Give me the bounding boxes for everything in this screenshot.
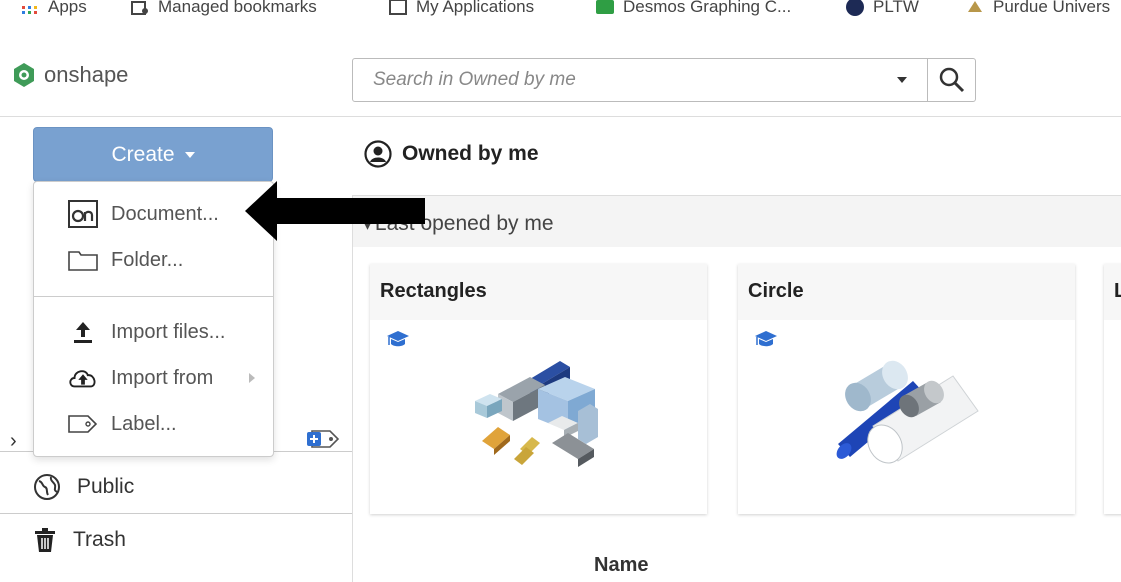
search-box: Search in Owned by me bbox=[352, 58, 976, 102]
purdue-icon bbox=[968, 1, 982, 12]
caret-down-icon bbox=[184, 151, 195, 158]
folder-icon bbox=[67, 249, 99, 271]
menu-item-folder[interactable]: Folder... bbox=[34, 240, 273, 280]
sidebar-border bbox=[352, 195, 353, 582]
search-icon bbox=[939, 67, 964, 93]
create-menu: Document... Folder... Import files... Im… bbox=[33, 181, 274, 457]
sidebar-item-label: Trash bbox=[73, 528, 126, 551]
page-icon bbox=[389, 0, 407, 15]
onshape-document-icon bbox=[67, 200, 99, 228]
menu-divider bbox=[34, 296, 273, 297]
card-title-text: Rectangles bbox=[380, 280, 487, 302]
menu-item-label: Folder... bbox=[111, 248, 184, 271]
education-cap-icon bbox=[754, 330, 778, 353]
card-title: L bbox=[1104, 264, 1121, 320]
apps-grid-icon bbox=[22, 6, 37, 14]
card-title: Rectangles bbox=[370, 264, 707, 320]
upload-icon bbox=[67, 320, 99, 344]
bookmark-label: Managed bookmarks bbox=[158, 0, 317, 16]
document-card-circle[interactable]: Circle bbox=[738, 264, 1075, 514]
bookmark-desmos[interactable]: Desmos Graphing C... bbox=[595, 0, 791, 20]
education-cap-icon bbox=[386, 330, 410, 353]
sidebar-divider bbox=[0, 513, 352, 514]
onshape-logo[interactable]: onshape bbox=[12, 62, 128, 88]
menu-item-label-text: Label... bbox=[111, 412, 177, 435]
globe-icon bbox=[34, 474, 60, 500]
onshape-logo-icon bbox=[14, 63, 34, 87]
menu-item-import-from[interactable]: Import from bbox=[34, 358, 273, 398]
bookmarks-bar: Apps Managed bookmarks My Applications D… bbox=[0, 0, 1121, 30]
menu-item-document[interactable]: Document... bbox=[34, 194, 273, 234]
menu-item-label: Document... bbox=[111, 202, 219, 225]
bookmark-pltw[interactable]: PLTW bbox=[845, 0, 919, 20]
label-icon bbox=[67, 414, 99, 434]
search-scope-dropdown[interactable] bbox=[877, 76, 927, 84]
bookmark-purdue[interactable]: Purdue Univers bbox=[965, 0, 1110, 20]
document-card-partial[interactable]: L bbox=[1104, 264, 1121, 514]
bookmark-label: Purdue Univers bbox=[993, 0, 1111, 16]
app-header: onshape Search in Owned by me bbox=[0, 48, 1121, 116]
bookmark-apps[interactable]: Apps bbox=[20, 0, 87, 20]
bookmark-my-applications[interactable]: My Applications bbox=[388, 0, 534, 20]
search-input[interactable]: Search in Owned by me bbox=[353, 59, 877, 101]
bookmark-managed[interactable]: Managed bookmarks bbox=[130, 0, 317, 20]
pltw-icon bbox=[846, 0, 864, 16]
chevron-right-icon[interactable]: › bbox=[10, 430, 17, 453]
arrow-annotation-icon bbox=[245, 181, 425, 241]
create-button[interactable]: Create bbox=[33, 127, 273, 182]
page-title: Owned by me bbox=[364, 140, 539, 168]
caret-down-icon bbox=[897, 77, 907, 83]
cloud-upload-icon bbox=[67, 365, 99, 391]
document-thumbnail bbox=[836, 360, 979, 464]
sidebar-item-trash[interactable]: Trash bbox=[33, 527, 126, 553]
card-title: Circle bbox=[738, 264, 1075, 320]
chevron-right-icon bbox=[249, 373, 255, 383]
card-title-text: L bbox=[1114, 280, 1121, 302]
bookmark-label: Desmos Graphing C... bbox=[623, 0, 792, 16]
trash-icon bbox=[35, 528, 55, 552]
managed-bookmarks-icon bbox=[131, 1, 148, 15]
menu-item-label[interactable]: Label... bbox=[34, 404, 273, 444]
logo-text: onshape bbox=[44, 62, 129, 87]
create-button-label: Create bbox=[111, 142, 175, 166]
bookmark-label: PLTW bbox=[873, 0, 919, 16]
document-thumbnail bbox=[475, 361, 598, 467]
page-title-text: Owned by me bbox=[402, 142, 539, 165]
bookmark-label: Apps bbox=[48, 0, 87, 16]
menu-item-import-files[interactable]: Import files... bbox=[34, 312, 273, 352]
menu-item-label: Import from bbox=[111, 366, 214, 389]
column-header-text: Name bbox=[594, 554, 649, 576]
sidebar-item-public[interactable]: Public bbox=[33, 473, 134, 501]
column-header-name[interactable]: Name bbox=[594, 554, 648, 577]
user-circle-icon bbox=[364, 140, 392, 168]
document-card-rectangles[interactable]: Rectangles bbox=[370, 264, 707, 514]
desmos-icon bbox=[596, 0, 614, 14]
sidebar-item-label: Public bbox=[77, 475, 135, 498]
search-placeholder: Search in Owned by me bbox=[373, 69, 576, 90]
menu-item-label: Import files... bbox=[111, 320, 226, 343]
card-title-text: Circle bbox=[748, 280, 804, 302]
search-button[interactable] bbox=[927, 59, 975, 101]
bookmark-label: My Applications bbox=[416, 0, 535, 16]
